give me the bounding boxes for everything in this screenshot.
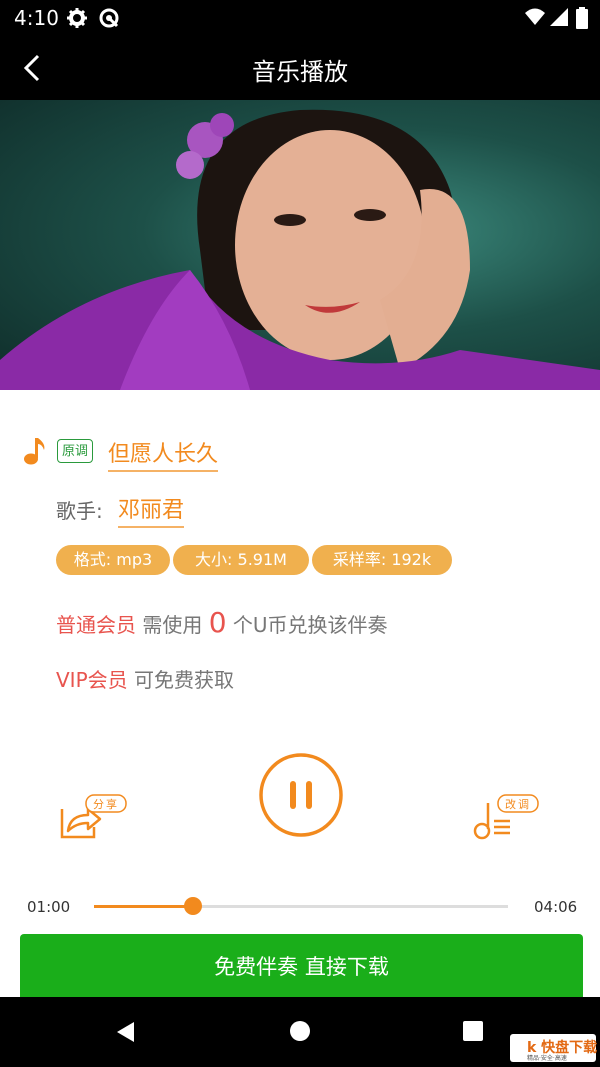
signal-icon: [550, 8, 568, 26]
singer-label: 歌手:: [56, 499, 103, 523]
vip-member-line: VIP会员 可免费获取: [56, 664, 234, 693]
normal-member-label: 普通会员: [56, 613, 136, 637]
coin-cost: 0: [208, 606, 227, 639]
singer-photo: [0, 100, 600, 390]
at-icon: [99, 8, 119, 28]
sample-rate-tag: 采样率: 192k: [312, 545, 452, 575]
normal-member-line: 普通会员 需使用 0 个U币兑换该伴奏: [56, 606, 388, 639]
progress-thumb[interactable]: [184, 897, 203, 915]
current-time: 01:00: [27, 898, 71, 916]
vip-member-text: 可免费获取: [127, 668, 234, 692]
normal-member-post: 个U币兑换该伴奏: [226, 613, 388, 637]
battery-icon: [576, 7, 588, 29]
share-button[interactable]: 分享: [58, 793, 130, 841]
page-title: 音乐播放: [252, 58, 348, 86]
size-tag: 大小: 5.91M: [173, 545, 309, 575]
gear-icon: [67, 8, 87, 28]
change-key-button[interactable]: 改调: [468, 793, 542, 841]
song-title: 但愿人长久: [108, 436, 219, 472]
change-key-label: 改调: [505, 798, 531, 811]
pause-button[interactable]: [258, 752, 344, 838]
singer-name[interactable]: 邓丽君: [118, 492, 185, 528]
nav-recents-icon[interactable]: [462, 1020, 484, 1042]
total-time: 04:06: [534, 898, 578, 916]
normal-member-pre: 需使用: [136, 613, 209, 637]
status-bar: 4:10: [0, 0, 600, 36]
watermark-sub: 精品·安全·高速: [527, 1055, 567, 1062]
music-note-icon: [24, 438, 45, 465]
share-label: 分享: [93, 798, 119, 811]
nav-back-icon[interactable]: [114, 1020, 138, 1044]
format-tag: 格式: mp3: [56, 545, 170, 575]
app-header: 音乐播放: [0, 36, 600, 100]
progress-fill: [94, 905, 194, 908]
wifi-icon: [525, 8, 545, 25]
original-key-badge: 原调: [57, 439, 93, 463]
status-time: 4:10: [14, 6, 59, 30]
vip-member-label: VIP会员: [56, 668, 128, 692]
download-button[interactable]: 免费伴奏 直接下载: [20, 934, 583, 1000]
nav-home-icon[interactable]: [289, 1020, 311, 1042]
